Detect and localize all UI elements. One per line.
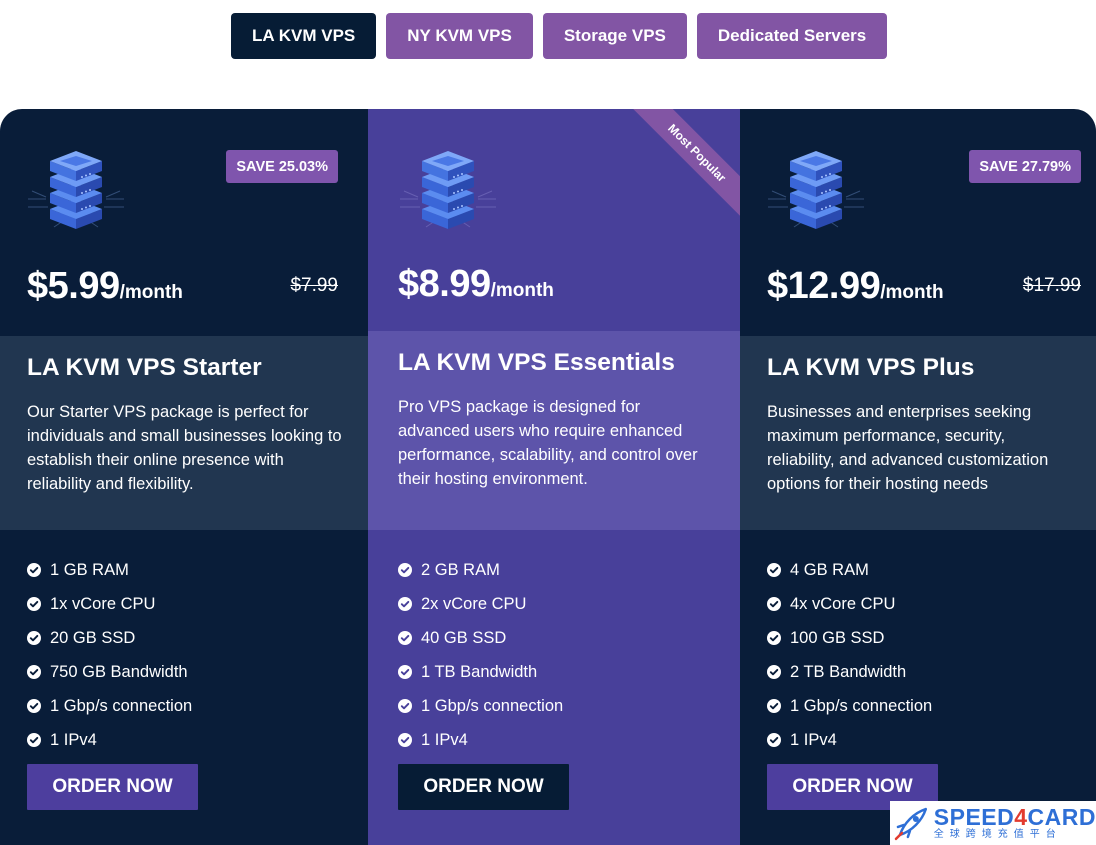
plan-title: LA KVM VPS Plus [767,354,975,381]
feature-label: 4 GB RAM [790,560,869,579]
server-stack-icon [400,151,496,229]
feature-item: 1 IPv4 [398,723,563,757]
check-circle-icon [27,665,41,679]
price-amount: $8.99 [398,263,491,305]
price-amount: $5.99 [27,265,120,307]
plan-category-tabs: LA KVM VPS NY KVM VPS Storage VPS Dedica… [231,13,888,59]
feature-label: 1 IPv4 [790,730,837,749]
feature-label: 1 IPv4 [50,730,97,749]
most-popular-ribbon: Most Popular [610,109,740,239]
price: $12.99 /month [767,265,944,308]
ribbon-label: Most Popular [626,109,740,224]
old-price: $17.99 [1022,275,1081,296]
watermark-brand: SPEED4CARD [933,804,1096,830]
feature-list: 4 GB RAM 4x vCore CPU 100 GB SSD 2 TB Ba… [767,553,932,757]
feature-label: 1 IPv4 [421,730,468,749]
order-now-button[interactable]: ORDER NOW [27,764,198,810]
tab-storage-vps[interactable]: Storage VPS [542,13,687,59]
feature-item: 4x vCore CPU [767,587,932,621]
price: $5.99 /month [27,265,183,308]
pricing-table: SAVE 25.03% $5.99 /month $7.99 LA KVM VP… [0,109,1096,845]
feature-label: 1 TB Bandwidth [421,662,538,681]
check-circle-icon [398,733,412,747]
feature-label: 1 Gbp/s connection [790,696,933,715]
price-period: /month [119,282,183,303]
feature-label: 1 Gbp/s connection [421,696,564,715]
check-circle-icon [767,665,781,679]
price: $8.99 /month [398,263,554,306]
tab-ny-kvm-vps[interactable]: NY KVM VPS [386,13,533,59]
server-stack-icon [28,151,124,229]
plan-card-plus: SAVE 27.79% $12.99 /month $17.99 LA KVM … [740,109,1096,845]
check-circle-icon [398,631,412,645]
feature-label: 1 GB RAM [50,560,129,579]
check-circle-icon [27,733,41,747]
save-badge: SAVE 27.79% [969,150,1081,183]
check-circle-icon [767,563,781,577]
speed4card-watermark: SPEED4CARD 全球跨境充值平台 [890,801,1096,845]
check-circle-icon [767,631,781,645]
feature-item: 1 TB Bandwidth [398,655,563,689]
check-circle-icon [27,699,41,713]
feature-item: 750 GB Bandwidth [27,655,192,689]
feature-list: 2 GB RAM 2x vCore CPU 40 GB SSD 1 TB Ban… [398,553,563,757]
rocket-icon [894,807,928,841]
check-circle-icon [398,597,412,611]
feature-label: 4x vCore CPU [790,594,896,613]
feature-item: 100 GB SSD [767,621,932,655]
feature-item: 1 IPv4 [767,723,932,757]
feature-label: 1x vCore CPU [50,594,156,613]
plan-description: Businesses and enterprises seeking maxim… [767,403,1049,493]
feature-item: 1 Gbp/s connection [27,689,192,723]
feature-item: 20 GB SSD [27,621,192,655]
feature-label: 2 TB Bandwidth [790,662,907,681]
plan-card-starter: SAVE 25.03% $5.99 /month $7.99 LA KVM VP… [0,109,368,845]
feature-label: 2 GB RAM [421,560,500,579]
watermark-tagline: 全球跨境充值平台 [933,829,1062,840]
check-circle-icon [398,563,412,577]
feature-item: 1 GB RAM [27,553,192,587]
check-circle-icon [398,699,412,713]
feature-label: 100 GB SSD [790,628,885,647]
plan-card-essentials: Most Popular $8.99 /month LA KVM VPS Ess… [368,109,740,845]
price-period: /month [880,282,944,303]
check-circle-icon [767,699,781,713]
plan-description: Our Starter VPS package is perfect for i… [27,403,342,493]
check-circle-icon [767,597,781,611]
feature-item: 1 IPv4 [27,723,192,757]
old-price: $7.99 [290,275,338,296]
price-period: /month [490,280,554,301]
tab-la-kvm-vps[interactable]: LA KVM VPS [231,13,377,59]
feature-label: 40 GB SSD [421,628,507,647]
plan-title: LA KVM VPS Starter [27,354,262,381]
feature-item: 4 GB RAM [767,553,932,587]
server-stack-icon [768,151,864,229]
check-circle-icon [398,665,412,679]
feature-label: 750 GB Bandwidth [50,662,188,681]
plan-title: LA KVM VPS Essentials [398,349,675,376]
feature-list: 1 GB RAM 1x vCore CPU 20 GB SSD 750 GB B… [27,553,192,757]
check-circle-icon [27,563,41,577]
save-badge: SAVE 25.03% [226,150,338,183]
watermark-text: SPEED4CARD 全球跨境充值平台 [934,805,1096,841]
feature-item: 1 Gbp/s connection [398,689,563,723]
feature-label: 1 Gbp/s connection [50,696,193,715]
feature-label: 20 GB SSD [50,628,136,647]
price-amount: $12.99 [767,265,881,307]
check-circle-icon [767,733,781,747]
feature-item: 40 GB SSD [398,621,563,655]
feature-item: 2 TB Bandwidth [767,655,932,689]
check-circle-icon [27,597,41,611]
check-circle-icon [27,631,41,645]
tab-dedicated-servers[interactable]: Dedicated Servers [696,13,888,59]
plan-description: Pro VPS package is designed for advanced… [398,398,698,488]
feature-item: 1x vCore CPU [27,587,192,621]
feature-label: 2x vCore CPU [421,594,527,613]
order-now-button[interactable]: ORDER NOW [398,764,569,810]
feature-item: 1 Gbp/s connection [767,689,932,723]
feature-item: 2 GB RAM [398,553,563,587]
feature-item: 2x vCore CPU [398,587,563,621]
